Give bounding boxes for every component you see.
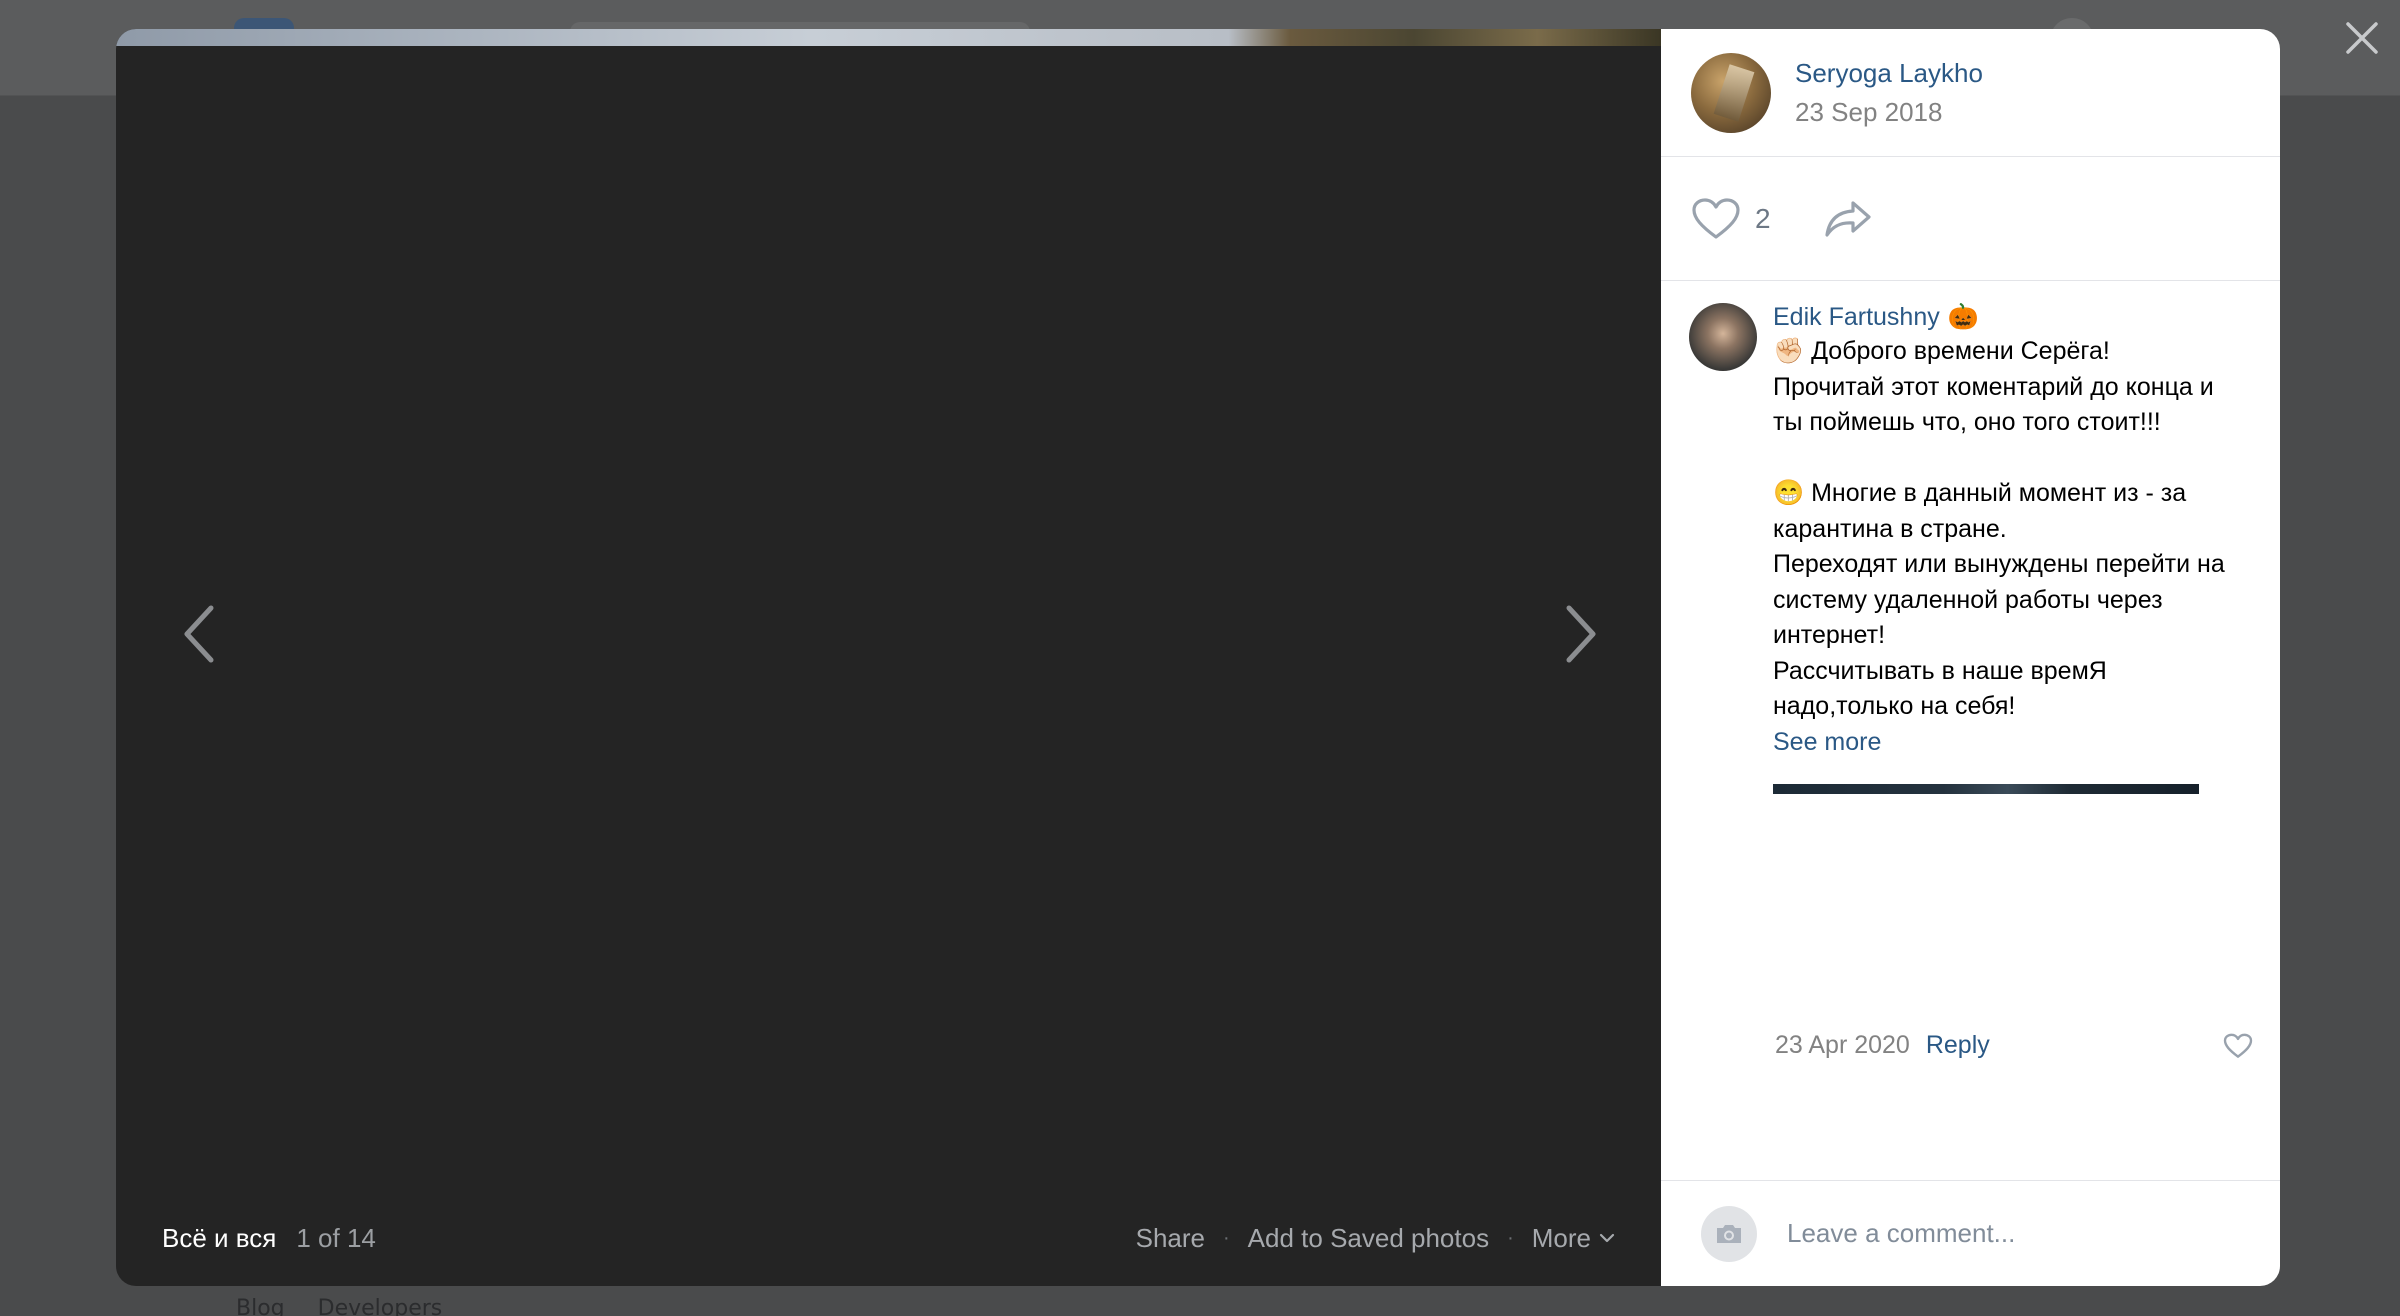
- like-button[interactable]: 2: [1691, 197, 1771, 241]
- chevron-down-icon: [1599, 1233, 1615, 1243]
- comment-item: Edik Fartushny 🎃 ✊🏻 Доброго времени Серё…: [1689, 303, 2250, 794]
- reply-button[interactable]: Reply: [1926, 1031, 1990, 1060]
- camera-icon: [1717, 1224, 1741, 1243]
- footer-link-blog: Blog: [236, 1296, 285, 1316]
- commenter-name: Edik Fartushny: [1773, 303, 1940, 331]
- photo-bottom-bar: Всё и вся 1 of 14 Share · Add to Saved p…: [116, 1190, 1661, 1286]
- background-footer: Blog Developers: [236, 1296, 468, 1316]
- author-info: Seryoga Laykho 23 Sep 2018: [1795, 58, 1983, 128]
- post-author-header: Seryoga Laykho 23 Sep 2018: [1661, 29, 2280, 157]
- photo-counter: 1 of 14: [296, 1222, 376, 1253]
- share-photo-button[interactable]: Share: [1136, 1223, 1205, 1254]
- heart-icon: [1692, 197, 1740, 239]
- like-count: 2: [1755, 202, 1771, 234]
- more-label: More: [1531, 1222, 1591, 1253]
- commenter-avatar[interactable]: [1689, 303, 1757, 371]
- separator-dot: ·: [1507, 1226, 1514, 1249]
- footer-link-developers: Developers: [317, 1296, 443, 1316]
- comment-meta: 23 Apr 2020 Reply: [1775, 1031, 2255, 1060]
- chevron-left-icon: [184, 605, 214, 663]
- share-post-button[interactable]: [1823, 199, 1873, 239]
- commenter-name-link[interactable]: Edik Fartushny 🎃: [1773, 303, 2243, 332]
- attach-photo-button[interactable]: [1701, 1205, 1757, 1262]
- post-sidebar: Seryoga Laykho 23 Sep 2018 2 Edik Fartus…: [1661, 29, 2280, 1286]
- album-title[interactable]: Всё и вся: [162, 1223, 276, 1254]
- photo-image: [116, 29, 1661, 46]
- author-name-link[interactable]: Seryoga Laykho: [1795, 58, 1983, 89]
- comment-attachment-image[interactable]: [1773, 783, 2199, 794]
- comment-like-button[interactable]: [2223, 1033, 2253, 1059]
- comment-body: Edik Fartushny 🎃 ✊🏻 Доброго времени Серё…: [1773, 303, 2243, 794]
- heart-icon: [2223, 1033, 2253, 1058]
- comment-text: ✊🏻 Доброго времени Серёга! Прочитай этот…: [1773, 337, 2225, 720]
- pumpkin-emoji-icon: 🎃: [1947, 303, 1979, 331]
- share-arrow-icon: [1824, 200, 1871, 237]
- separator-dot: ·: [1223, 1226, 1230, 1249]
- photo-actions: Share · Add to Saved photos · More: [1136, 1223, 1615, 1254]
- add-to-saved-button[interactable]: Add to Saved photos: [1248, 1223, 1489, 1254]
- next-photo-button[interactable]: [1546, 589, 1616, 679]
- author-avatar[interactable]: [1691, 52, 1771, 133]
- photo-area[interactable]: Всё и вся 1 of 14 Share · Add to Saved p…: [116, 29, 1661, 1286]
- see-more-link[interactable]: See more: [1773, 725, 2243, 760]
- close-icon: [2346, 22, 2378, 54]
- close-button[interactable]: [2338, 14, 2386, 62]
- post-date[interactable]: 23 Sep 2018: [1795, 97, 1983, 128]
- comment-composer: [1661, 1180, 2280, 1286]
- more-menu-button[interactable]: More: [1532, 1223, 1615, 1254]
- previous-photo-button[interactable]: [164, 589, 234, 679]
- photo-viewer: Всё и вся 1 of 14 Share · Add to Saved p…: [116, 29, 2280, 1286]
- comment-input[interactable]: [1787, 1218, 2227, 1249]
- comment-date[interactable]: 23 Apr 2020: [1775, 1031, 1910, 1060]
- comments-section: Edik Fartushny 🎃 ✊🏻 Доброго времени Серё…: [1661, 281, 2280, 1180]
- chevron-right-icon: [1566, 605, 1596, 663]
- post-reactions: 2: [1661, 157, 2280, 281]
